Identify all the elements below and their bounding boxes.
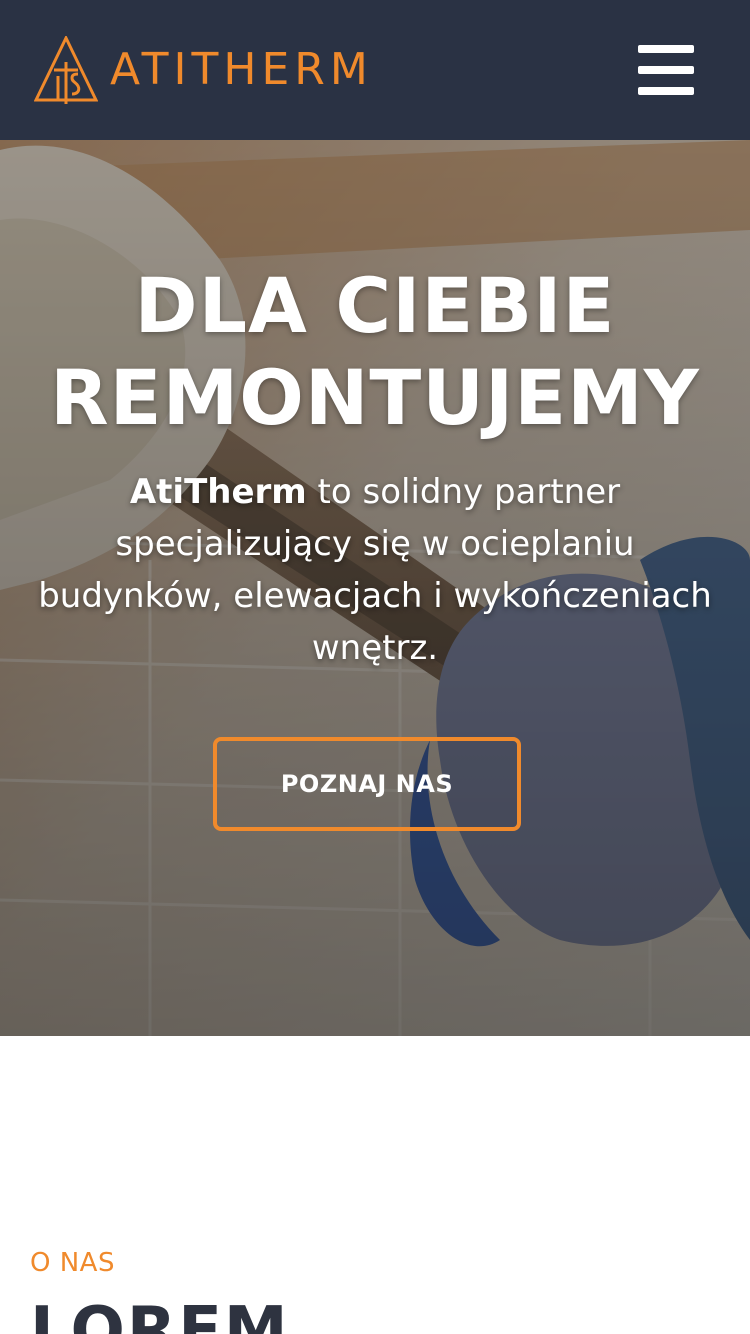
hero-title: DLA CIEBIE REMONTUJEMY [0, 260, 750, 444]
menu-bar-top [638, 45, 694, 53]
about-section: O NAS LOREM [0, 1036, 750, 1334]
hero-description: AtiTherm to solidny partner specjalizują… [30, 466, 720, 674]
hero-content: DLA CIEBIE REMONTUJEMY AtiTherm to solid… [0, 260, 750, 674]
menu-bar-bottom [638, 87, 694, 95]
atitherm-triangle-logo-icon [34, 36, 98, 104]
hero-title-line1: DLA CIEBIE [134, 261, 616, 350]
site-header: ATITHERM [0, 0, 750, 140]
section-label: O NAS [30, 1248, 115, 1278]
hamburger-menu-icon[interactable] [638, 45, 694, 95]
hero-description-brand: AtiTherm [129, 472, 307, 512]
menu-bar-middle [638, 66, 694, 74]
brand-logo[interactable]: ATITHERM [34, 36, 373, 104]
brand-name: ATITHERM [110, 44, 373, 95]
hero-section: DLA CIEBIE REMONTUJEMY AtiTherm to solid… [0, 140, 750, 1036]
hero-title-line2: REMONTUJEMY [50, 353, 700, 442]
section-heading: LOREM [30, 1294, 290, 1334]
poznaj-nas-button[interactable]: POZNAJ NAS [213, 737, 521, 831]
